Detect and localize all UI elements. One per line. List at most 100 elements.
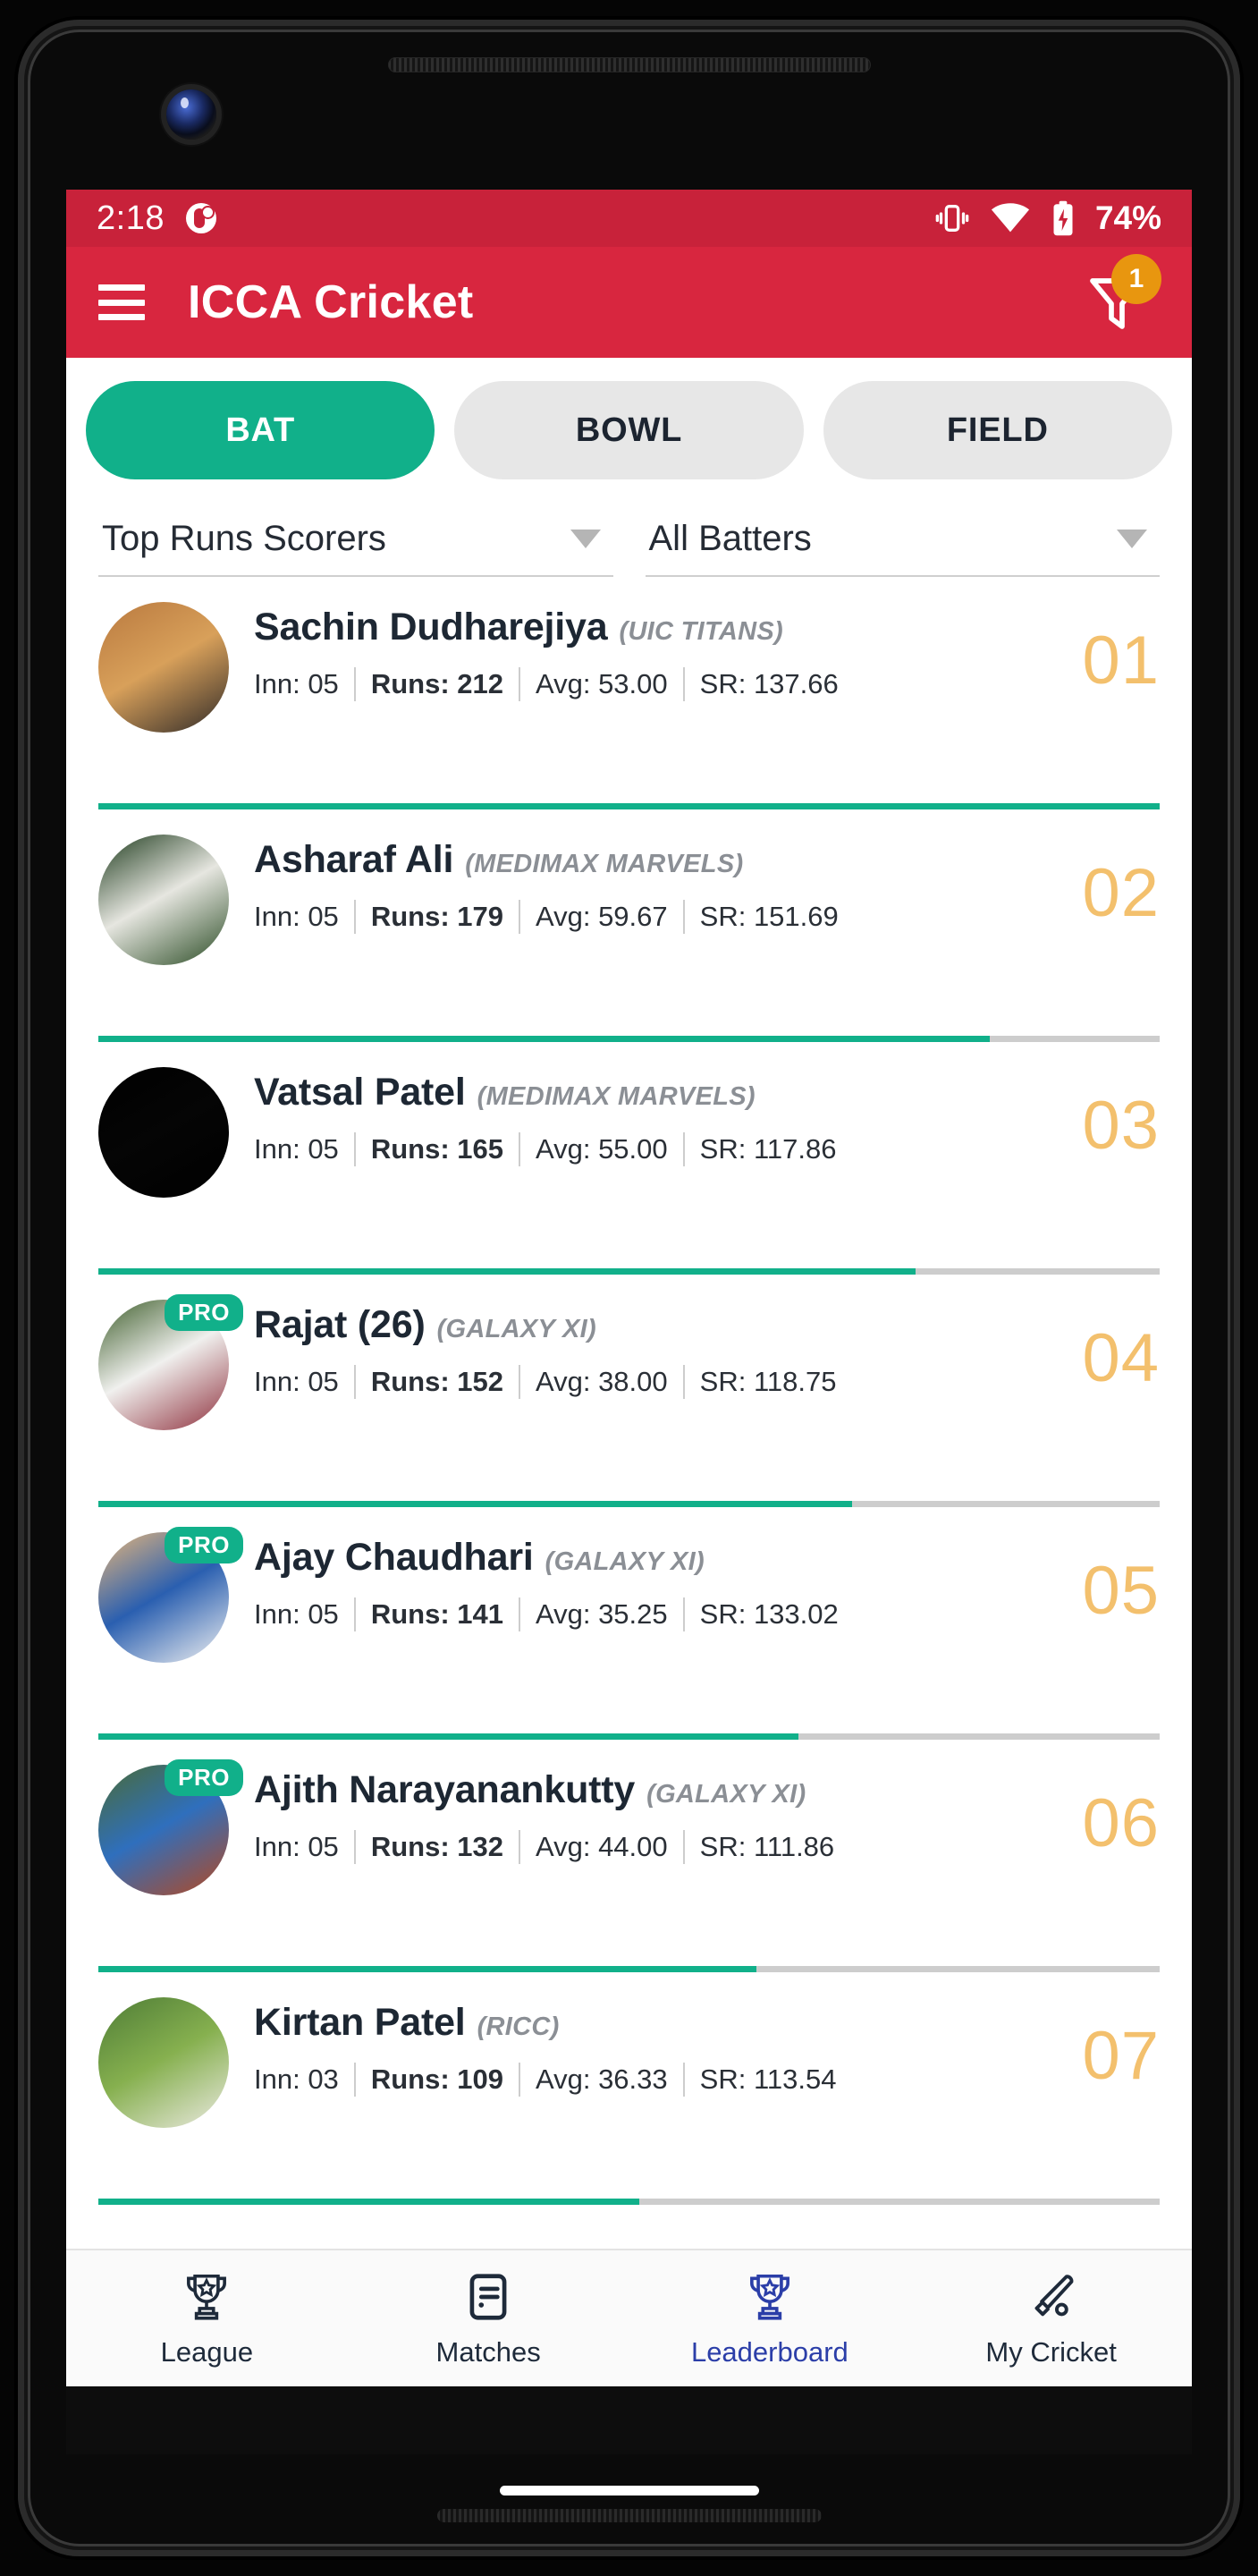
stat-runs: Runs: 179: [370, 901, 503, 932]
cricket-bat-icon: [1034, 2274, 1074, 2316]
bottom-navigation: League Matches Leaderboard My Cricket: [66, 2249, 1192, 2386]
player-info: Asharaf Ali (MEDIMAX MARVELS) Inn: 05 Runs:…: [229, 835, 1069, 934]
player-team: (MEDIMAX MARVELS): [477, 1082, 756, 1111]
player-stats: Inn: 05 Runs: 165 Avg: 55.00 SR: 117.86: [254, 1132, 1069, 1166]
player-name-line: Ajith Narayanankutty (GALAXY XI): [254, 1768, 1069, 1812]
status-bar-right: 74%: [934, 199, 1161, 237]
player-progress-bar: [98, 803, 1160, 809]
nav-item-leaderboard[interactable]: Leaderboard: [629, 2269, 911, 2368]
leaderboard-row[interactable]: Vatsal Patel (MEDIMAX MARVELS) Inn: 05 Runs…: [66, 1042, 1192, 1250]
player-name-line: Asharaf Ali (MEDIMAX MARVELS): [254, 838, 1069, 882]
stat-innings: Inn: 05: [254, 1831, 339, 1862]
player-team: (GALAXY XI): [545, 1547, 705, 1576]
player-rank: 04: [1082, 1320, 1160, 1396]
player-progress-fill: [98, 1733, 799, 1740]
app-notification-icon: [185, 203, 216, 233]
player-progress-fill: [98, 1036, 991, 1042]
leaderboard-row[interactable]: PRO Rajat (26) (GALAXY XI) Inn: 05 Runs: 152…: [66, 1275, 1192, 1483]
pro-badge: PRO: [165, 1759, 243, 1796]
leaderboard-row[interactable]: PRO Ajay Chaudhari (GALAXY XI) Inn: 05 Runs:…: [66, 1507, 1192, 1716]
filter-badge: 1: [1111, 254, 1161, 304]
stat-average: Avg: 36.33: [535, 2063, 668, 2095]
battery-charging-icon: [1053, 200, 1073, 236]
stat-innings: Inn: 03: [254, 2063, 339, 2095]
player-progress-bar: [98, 1501, 1160, 1507]
batter-filter-dropdown-value: All Batters: [648, 519, 812, 558]
player-rank: 01: [1082, 623, 1160, 699]
leaderboard-row[interactable]: Asharaf Ali (MEDIMAX MARVELS) Inn: 05 Runs:…: [66, 809, 1192, 1018]
player-avatar-wrap: [98, 602, 229, 733]
stat-average: Avg: 35.25: [535, 1598, 668, 1630]
stat-average: Avg: 38.00: [535, 1366, 668, 1397]
stat-type-dropdown[interactable]: Top Runs Scorers: [98, 510, 613, 577]
player-avatar-wrap: [98, 1067, 229, 1198]
avatar: [98, 602, 229, 733]
player-stats: Inn: 05 Runs: 152 Avg: 38.00 SR: 118.75: [254, 1365, 1069, 1399]
leaderboard-row[interactable]: Sachin Dudharejiya (UIC TITANS) Inn: 05 Run…: [66, 577, 1192, 785]
nav-item-league[interactable]: League: [66, 2269, 348, 2368]
trophy-icon: [749, 2274, 789, 2320]
player-info: Ajay Chaudhari (GALAXY XI) Inn: 05 Runs: 14…: [229, 1532, 1069, 1631]
avatar: [98, 835, 229, 965]
stat-average: Avg: 53.00: [535, 668, 668, 699]
stat-runs: Runs: 165: [370, 1133, 503, 1165]
player-name-line: Kirtan Patel (RICC): [254, 2001, 1069, 2045]
stat-runs: Runs: 132: [370, 1831, 503, 1862]
batter-filter-dropdown[interactable]: All Batters: [645, 510, 1160, 577]
battery-percentage: 74%: [1094, 199, 1161, 236]
chevron-down-icon: [570, 530, 601, 548]
player-rank: 02: [1082, 855, 1160, 931]
player-team: (MEDIMAX MARVELS): [465, 850, 744, 878]
stat-strike-rate: SR: 133.02: [699, 1598, 839, 1630]
leaderboard-list[interactable]: Sachin Dudharejiya (UIC TITANS) Inn: 05 Run…: [66, 577, 1192, 2249]
stat-runs: Runs: 152: [370, 1366, 503, 1397]
player-progress-bar: [98, 1966, 1160, 1972]
player-team: (UIC TITANS): [619, 617, 783, 646]
player-name: Vatsal Patel: [254, 1071, 466, 1114]
player-progress-bar: [98, 1036, 1160, 1042]
stat-innings: Inn: 05: [254, 668, 339, 699]
player-name: Asharaf Ali: [254, 838, 454, 881]
player-progress-bar: [98, 1733, 1160, 1740]
player-avatar-wrap: PRO: [98, 1759, 243, 1895]
player-progress-bar: [98, 2199, 1160, 2205]
stat-strike-rate: SR: 117.86: [699, 1133, 837, 1165]
player-name-line: Sachin Dudharejiya (UIC TITANS): [254, 606, 1069, 649]
player-info: Vatsal Patel (MEDIMAX MARVELS) Inn: 05 Runs…: [229, 1067, 1069, 1166]
player-rank: 07: [1082, 2018, 1160, 2094]
stat-innings: Inn: 05: [254, 1133, 339, 1165]
nav-label-matches: Matches: [435, 2335, 541, 2368]
leaderboard-row[interactable]: PRO Ajith Narayanankutty (GALAXY XI) Inn: 0…: [66, 1740, 1192, 1948]
player-avatar-wrap: [98, 1997, 229, 2128]
stat-innings: Inn: 05: [254, 1366, 339, 1397]
tab-bat[interactable]: BAT: [86, 381, 435, 479]
gesture-home-bar[interactable]: [499, 2486, 759, 2496]
stat-type-dropdown-value: Top Runs Scorers: [102, 519, 386, 558]
player-name: Kirtan Patel: [254, 2001, 466, 2044]
tab-field[interactable]: FIELD: [823, 381, 1172, 479]
pro-badge: PRO: [165, 1294, 243, 1331]
filter-button[interactable]: 1: [1074, 254, 1161, 345]
stat-runs: Runs: 141: [370, 1598, 503, 1630]
player-avatar-wrap: PRO: [98, 1527, 243, 1663]
stat-runs: Runs: 212: [370, 668, 503, 699]
player-stats: Inn: 05 Runs: 141 Avg: 35.25 SR: 133.02: [254, 1597, 1069, 1631]
stat-average: Avg: 44.00: [535, 1831, 668, 1862]
tab-bowl[interactable]: BOWL: [454, 381, 804, 479]
leaderboard-row[interactable]: Kirtan Patel (RICC) Inn: 03 Runs: 109 Avg: 3…: [66, 1972, 1192, 2181]
nav-item-matches[interactable]: Matches: [348, 2269, 629, 2368]
vibrate-icon: [935, 205, 969, 232]
stat-strike-rate: SR: 151.69: [699, 901, 839, 932]
stat-average: Avg: 55.00: [535, 1133, 668, 1165]
hamburger-menu-icon[interactable]: [98, 284, 145, 320]
avatar: [98, 1997, 229, 2128]
player-name-line: Ajay Chaudhari (GALAXY XI): [254, 1536, 1069, 1580]
player-stats: Inn: 03 Runs: 109 Avg: 36.33 SR: 113.54: [254, 2063, 1069, 2097]
stat-innings: Inn: 05: [254, 901, 339, 932]
nav-item-my-cricket[interactable]: My Cricket: [910, 2269, 1192, 2368]
stat-strike-rate: SR: 113.54: [699, 2063, 837, 2095]
nav-label-leaderboard: Leaderboard: [690, 2335, 849, 2368]
player-progress-fill: [98, 803, 1160, 809]
player-rank: 06: [1082, 1785, 1160, 1861]
stat-average: Avg: 59.67: [535, 901, 668, 932]
